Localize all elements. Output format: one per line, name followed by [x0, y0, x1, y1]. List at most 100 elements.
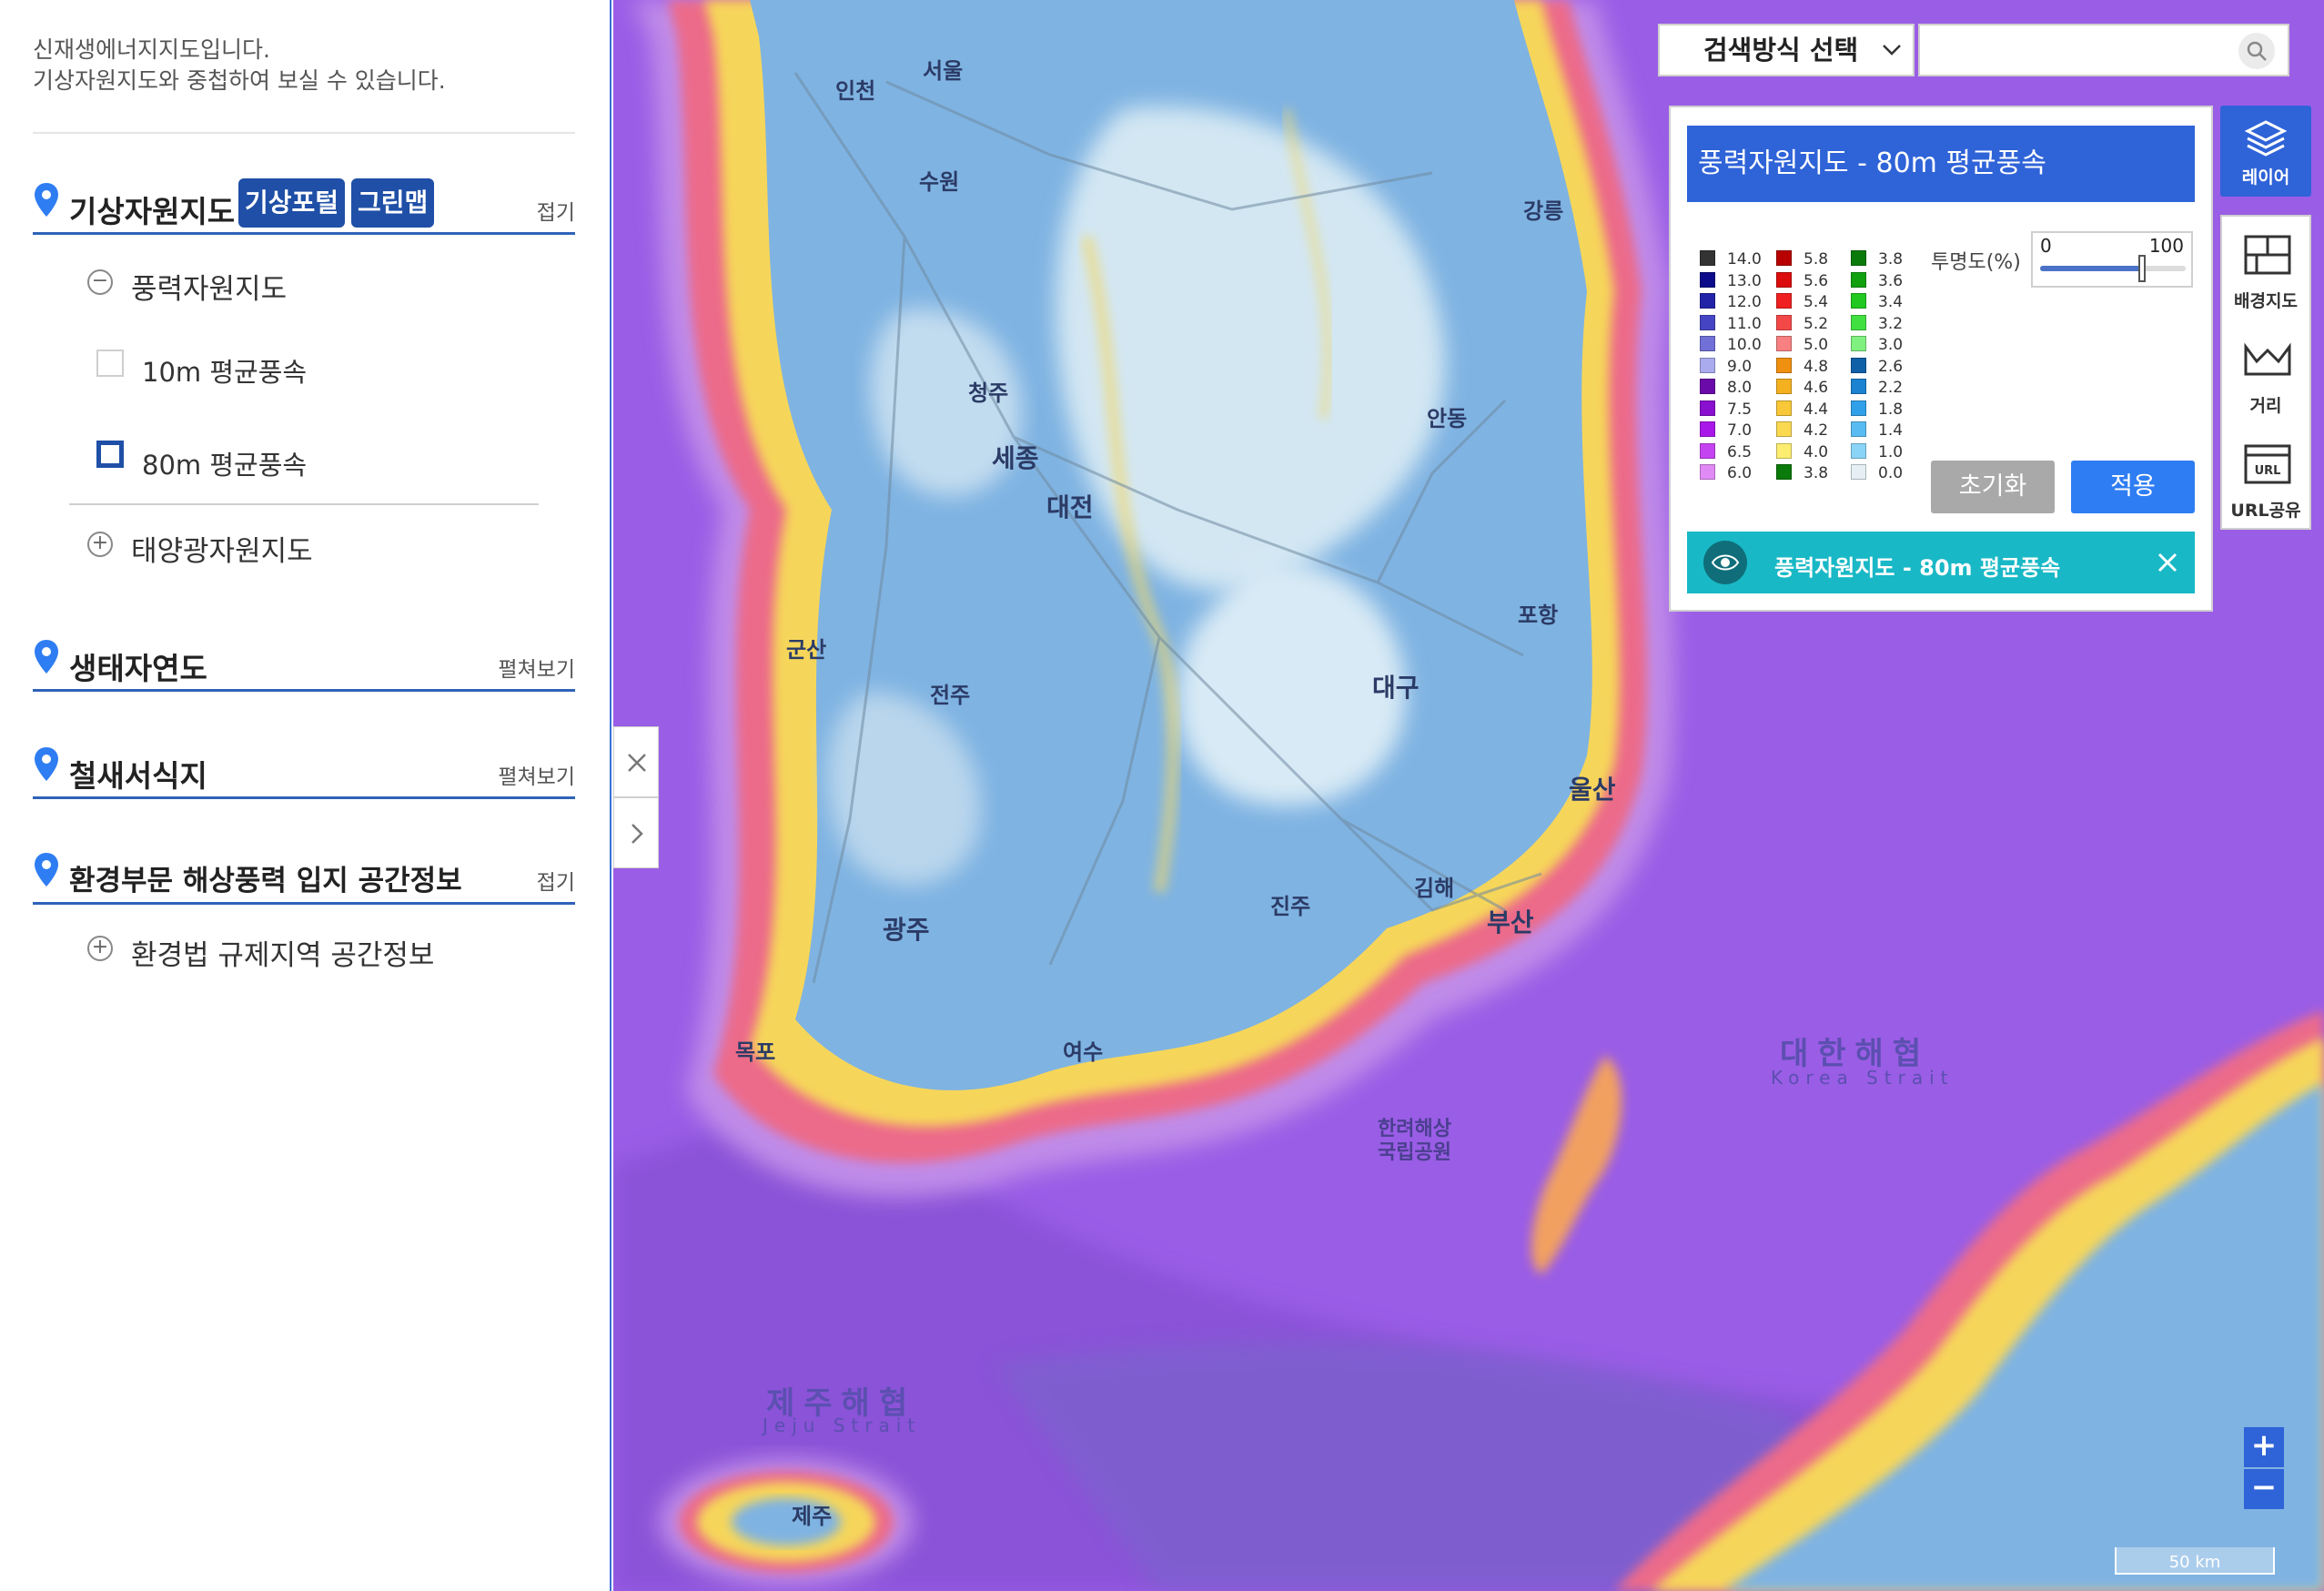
legend-swatch — [1700, 357, 1715, 373]
checkbox-80m[interactable] — [96, 441, 124, 468]
intro-line-2: 기상자원지도와 중첩하여 보실 수 있습니다. — [33, 67, 446, 94]
legend-value-label: 3.0 — [1878, 336, 1904, 354]
legend-swatch — [1700, 400, 1715, 416]
expand-toggle-eco[interactable]: 펼쳐보기 — [498, 652, 575, 683]
svg-text:URL: URL — [2255, 464, 2281, 478]
divider — [33, 132, 575, 134]
expand-plus-icon[interactable]: + — [87, 936, 113, 961]
greenmap-button[interactable]: 그린맵 — [351, 178, 435, 228]
chevron-right-icon — [632, 824, 643, 844]
legend-swatch — [1700, 271, 1715, 288]
map-label-gangneung: 강릉 — [1523, 198, 1564, 224]
legend-row: 1.4 — [1851, 420, 1951, 441]
url-share-button[interactable]: URL URL공유 — [2222, 426, 2309, 531]
search-button[interactable] — [2238, 33, 2275, 69]
basemap-tool-button[interactable]: 배경지도 — [2222, 217, 2309, 321]
legend-swatch — [1776, 271, 1792, 288]
visibility-toggle[interactable] — [1703, 541, 1747, 584]
layer-tool-button[interactable]: 레이어 — [2220, 106, 2311, 197]
map-label-andong: 안동 — [1427, 406, 1468, 431]
opacity-thumb[interactable] — [2138, 255, 2146, 282]
legend-value-label: 4.6 — [1804, 379, 1829, 397]
section-title-eco: 생태자연도 — [69, 651, 207, 686]
legend-row: 2.6 — [1851, 356, 1951, 378]
section-weather-header[interactable]: 기상자원지도 기상포털 그린맵 접기 — [33, 169, 575, 235]
checkbox-10m[interactable] — [96, 350, 124, 377]
distance-tool-button[interactable]: 거리 — [2222, 321, 2309, 426]
intro-line-1: 신재생에너지지도입니다. — [33, 36, 270, 63]
legend-swatch — [1700, 421, 1715, 437]
legend-value-label: 9.0 — [1727, 357, 1753, 376]
section-offshore-header[interactable]: 환경부문 해상풍력 입지 공간정보 접기 — [33, 839, 575, 905]
legend-value-label: 2.6 — [1878, 357, 1904, 376]
map-label-suwon: 수원 — [919, 169, 960, 195]
chevron-down-icon — [1883, 45, 1901, 56]
section-eco-header[interactable]: 생태자연도 펼쳐보기 — [33, 626, 575, 692]
legend-swatch — [1776, 464, 1792, 480]
search-input[interactable] — [1918, 24, 2289, 76]
legend-swatch — [1851, 293, 1866, 309]
section-bird-header[interactable]: 철새서식지 펼쳐보기 — [33, 734, 575, 799]
legend-swatch — [1851, 421, 1866, 437]
legend-swatch — [1851, 442, 1866, 459]
close-icon — [628, 754, 646, 772]
legend-swatch — [1700, 464, 1715, 480]
expand-panel-button[interactable] — [613, 797, 659, 868]
legend-value-label: 5.6 — [1804, 271, 1829, 290]
section-title-weather: 기상자원지도 — [69, 194, 236, 229]
weather-portal-button[interactable]: 기상포털 — [238, 178, 346, 228]
legend-value-label: 3.6 — [1878, 271, 1904, 290]
collapse-toggle-weather[interactable]: 접기 — [537, 195, 575, 226]
legend-swatch — [1851, 336, 1866, 351]
legend-swatch — [1776, 314, 1792, 330]
zoom-in-button[interactable]: + — [2244, 1427, 2284, 1467]
close-panel-button[interactable] — [613, 726, 659, 797]
legend-value-label: 5.2 — [1804, 314, 1829, 333]
map-label-korea-strait-en: Korea Strait — [1771, 1067, 1955, 1089]
legend-row: 2.2 — [1851, 377, 1951, 399]
active-layer-label: 풍력자원지도 - 80m 평균풍속 — [1774, 555, 2061, 581]
tree-label-wind: 풍력자원지도 — [131, 273, 288, 306]
legend-value-label: 14.0 — [1727, 250, 1762, 269]
legend-swatch — [1700, 336, 1715, 351]
expand-toggle-bird[interactable]: 펼쳐보기 — [498, 759, 575, 790]
legend-value-label: 12.0 — [1727, 293, 1762, 311]
location-pin-icon — [35, 747, 58, 781]
legend-value-label: 1.8 — [1878, 400, 1904, 419]
zoom-out-button[interactable]: − — [2244, 1469, 2284, 1509]
close-icon[interactable] — [2157, 552, 2178, 573]
collapse-toggle-offshore[interactable]: 접기 — [537, 865, 575, 896]
legend-value-label: 11.0 — [1727, 314, 1762, 333]
section-title-bird: 철새서식지 — [69, 758, 207, 794]
tool-label-url: URL공유 — [2230, 501, 2301, 521]
option-label-80m: 80m 평균풍속 — [142, 450, 308, 481]
legend-value-label: 4.0 — [1804, 442, 1829, 461]
legend-value-label: 4.2 — [1804, 421, 1829, 440]
apply-button[interactable]: 적용 — [2071, 461, 2195, 513]
collapse-minus-icon[interactable]: − — [87, 269, 113, 295]
legend-swatch — [1851, 357, 1866, 373]
opacity-slider[interactable]: 0 100 — [2031, 231, 2193, 288]
url-share-icon: URL — [2244, 444, 2291, 484]
expand-plus-icon[interactable]: + — [87, 532, 113, 557]
tool-label-distance: 거리 — [2249, 396, 2282, 416]
left-sidebar: 신재생에너지지도입니다. 기상자원지도와 중첩하여 보실 수 있습니다. 기상자… — [0, 0, 611, 1591]
tree-label-solar: 태양광자원지도 — [131, 535, 313, 568]
opacity-track[interactable] — [2040, 255, 2186, 282]
map-label-ulsan: 울산 — [1569, 775, 1616, 805]
map-label-gunsan: 군산 — [786, 637, 827, 663]
legend-swatch — [1700, 379, 1715, 394]
legend-value-label: 5.0 — [1804, 336, 1829, 354]
map-label-mokpo: 목포 — [735, 1039, 776, 1065]
legend-swatch — [1776, 442, 1792, 459]
reset-button[interactable]: 초기화 — [1931, 461, 2055, 513]
layer-legend-panel: 풍력자원지도 - 80m 평균풍속 14.0 13.0 12.0 11.0 10.0 9.… — [1669, 106, 2213, 612]
legend-value-label: 3.2 — [1878, 314, 1904, 333]
search-method-select[interactable]: 검색방식 선택 — [1658, 24, 1915, 76]
map-tools-stack: 배경지도 거리 URL URL공유 — [2220, 215, 2311, 530]
map-label-busan: 부산 — [1487, 907, 1534, 937]
legend-swatch — [1700, 293, 1715, 309]
legend-row: 1.8 — [1851, 399, 1951, 421]
map-label-cheongju: 청주 — [968, 380, 1009, 406]
map-label-gwangju: 광주 — [883, 915, 930, 945]
